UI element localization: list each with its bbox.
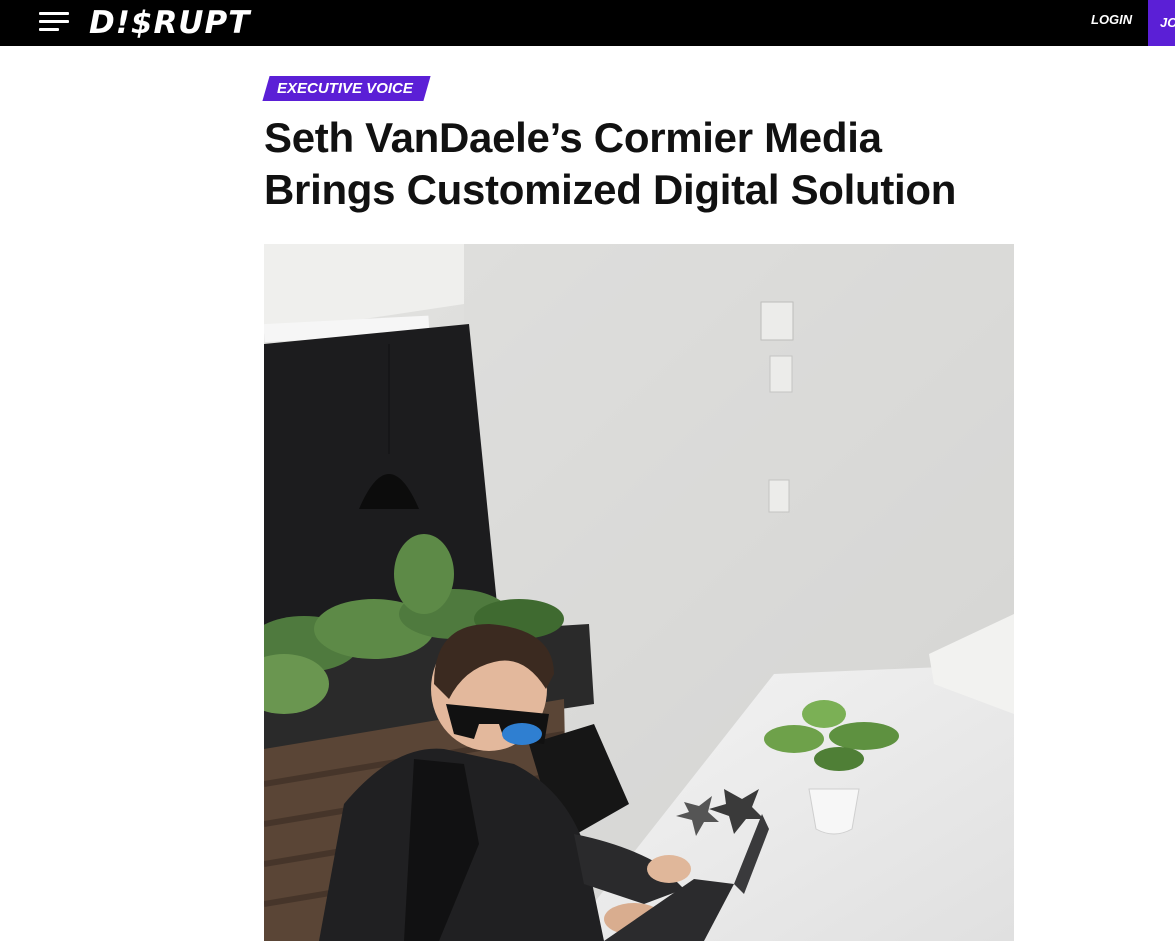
menu-line [39, 20, 69, 23]
category-tag[interactable]: EXECUTIVE VOICE [262, 76, 431, 101]
category-label: EXECUTIVE VOICE [277, 80, 413, 97]
article-title-line-1: Seth VanDaele’s Cormier Media [264, 114, 882, 161]
article-title-line-2: Brings Customized Digital Solution [264, 166, 957, 213]
join-button[interactable]: JO [1148, 0, 1175, 46]
hero-photo-illustration [264, 244, 1014, 941]
menu-line [39, 28, 59, 31]
desk-plant-pot [808, 788, 860, 835]
article-title: Seth VanDaele’s Cormier Media Brings Cus… [264, 112, 1024, 216]
wall-switch [760, 301, 794, 341]
site-header: D!$RUPT LOGIN JO [0, 0, 1175, 46]
login-link[interactable]: LOGIN [1091, 12, 1132, 28]
article-hero-image [264, 244, 1014, 941]
hamburger-menu-icon[interactable] [39, 12, 69, 32]
menu-line [39, 12, 69, 15]
site-logo[interactable]: D!$RUPT [89, 4, 250, 42]
